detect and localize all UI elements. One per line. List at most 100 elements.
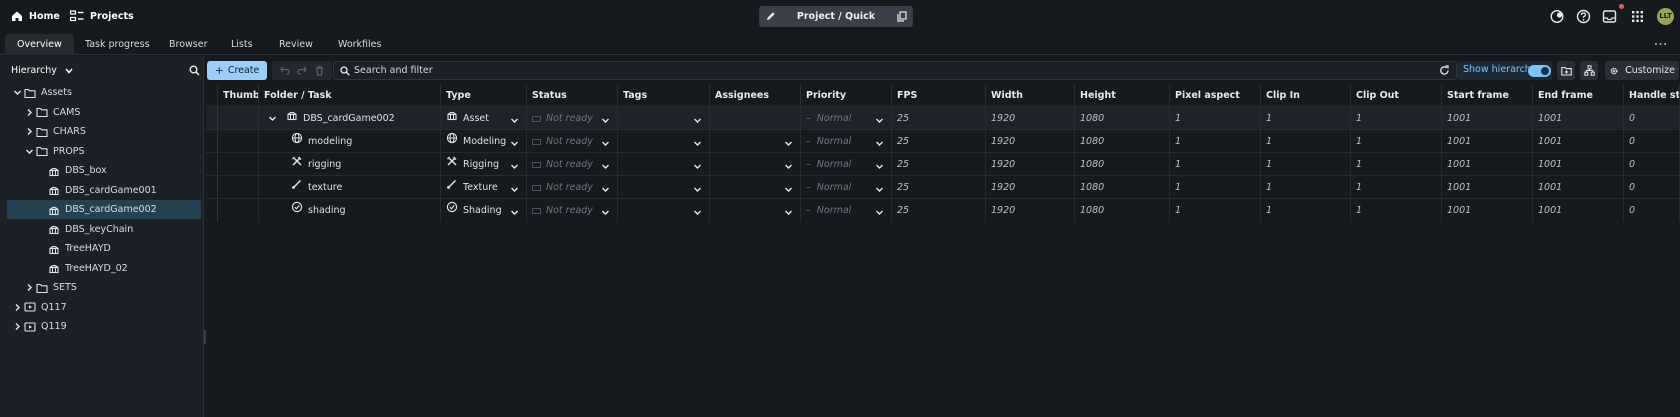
start-frame-cell[interactable]: 1001 xyxy=(1442,199,1533,222)
end-frame-cell[interactable]: 1001 xyxy=(1533,176,1624,199)
toggle-switch[interactable] xyxy=(1528,65,1551,77)
tree-item-dbs-cardgame001[interactable]: DBS_cardGame001 xyxy=(7,181,201,200)
column-header-thumbnail[interactable]: Thumbnail xyxy=(218,85,259,106)
dropdown-chevron-icon[interactable] xyxy=(784,185,793,194)
type-cell[interactable]: Asset xyxy=(441,107,527,130)
type-cell[interactable]: Rigging xyxy=(441,153,527,176)
tree-item-sets[interactable]: SETS xyxy=(7,278,201,297)
tree-toggle[interactable] xyxy=(23,147,35,156)
dropdown-chevron-icon[interactable] xyxy=(875,139,884,148)
row-select-handle[interactable] xyxy=(206,130,218,153)
dropdown-chevron-icon[interactable] xyxy=(601,116,610,125)
chevron-right-icon[interactable] xyxy=(13,322,22,331)
inbox-icon[interactable] xyxy=(1602,9,1617,24)
assignees-cell[interactable] xyxy=(710,107,801,130)
column-header-folder-task[interactable]: Folder / Task xyxy=(259,85,441,106)
thumbnail-cell[interactable] xyxy=(218,107,259,130)
tree-toggle[interactable] xyxy=(11,88,23,97)
tags-cell[interactable] xyxy=(618,176,710,199)
refresh-icon[interactable] xyxy=(1439,65,1450,76)
assignees-cell[interactable] xyxy=(710,176,801,199)
tree-item-dbs-cardgame002[interactable]: DBS_cardGame002 xyxy=(7,200,201,219)
dropdown-chevron-icon[interactable] xyxy=(693,162,702,171)
type-cell[interactable]: Texture xyxy=(441,176,527,199)
column-header-clip-in[interactable]: Clip In xyxy=(1261,85,1351,106)
pixel-aspect-cell[interactable]: 1 xyxy=(1170,107,1261,130)
handle-start-cell[interactable]: 0 xyxy=(1624,130,1680,153)
chevron-right-icon[interactable] xyxy=(25,283,34,292)
column-header-tags[interactable]: Tags xyxy=(618,85,710,106)
status-cell[interactable]: Not ready xyxy=(527,176,618,199)
redo-icon[interactable] xyxy=(297,66,308,75)
dropdown-chevron-icon[interactable] xyxy=(693,139,702,148)
help-icon[interactable] xyxy=(1576,9,1591,24)
clip-in-cell[interactable]: 1 xyxy=(1261,130,1351,153)
start-frame-cell[interactable]: 1001 xyxy=(1442,176,1533,199)
row-select-handle[interactable] xyxy=(206,107,218,130)
type-cell[interactable]: Shading xyxy=(441,199,527,222)
pixel-aspect-cell[interactable]: 1 xyxy=(1170,153,1261,176)
status-cell[interactable]: Not ready xyxy=(527,107,618,130)
folder-task-cell[interactable]: shading xyxy=(259,199,441,222)
clip-in-cell[interactable]: 1 xyxy=(1261,199,1351,222)
dropdown-chevron-icon[interactable] xyxy=(510,162,519,171)
pixel-aspect-cell[interactable]: 1 xyxy=(1170,130,1261,153)
width-cell[interactable]: 1920 xyxy=(986,130,1075,153)
handle-start-cell[interactable]: 0 xyxy=(1624,107,1680,130)
pixel-aspect-cell[interactable]: 1 xyxy=(1170,199,1261,222)
width-cell[interactable]: 1920 xyxy=(986,199,1075,222)
projects-link[interactable]: Projects xyxy=(70,7,134,25)
more-tabs-button[interactable]: ... xyxy=(1654,37,1668,48)
tree-item-cams[interactable]: CAMS xyxy=(7,103,201,122)
status-cell[interactable]: Not ready xyxy=(527,153,618,176)
tags-cell[interactable] xyxy=(618,199,710,222)
column-header-type[interactable]: Type xyxy=(441,85,527,106)
row-select-handle[interactable] xyxy=(206,176,218,199)
assignees-cell[interactable] xyxy=(710,130,801,153)
folder-task-cell[interactable]: modeling xyxy=(259,130,441,153)
height-cell[interactable]: 1080 xyxy=(1075,153,1170,176)
clip-out-cell[interactable]: 1 xyxy=(1351,153,1442,176)
dropdown-chevron-icon[interactable] xyxy=(875,185,884,194)
folder-task-cell[interactable]: rigging xyxy=(259,153,441,176)
tree-item-dbs-box[interactable]: DBS_box xyxy=(7,161,201,180)
tree-toggle[interactable] xyxy=(23,127,35,136)
priority-cell[interactable]: – Normal xyxy=(801,199,892,222)
dropdown-chevron-icon[interactable] xyxy=(510,139,519,148)
row-select-handle[interactable] xyxy=(206,153,218,176)
dropdown-chevron-icon[interactable] xyxy=(510,208,519,217)
tags-cell[interactable] xyxy=(618,153,710,176)
end-frame-cell[interactable]: 1001 xyxy=(1533,130,1624,153)
column-header-fps[interactable]: FPS xyxy=(892,85,986,106)
chevron-right-icon[interactable] xyxy=(25,127,34,136)
column-header-handle-start[interactable]: Handle start xyxy=(1624,85,1680,106)
pixel-aspect-cell[interactable]: 1 xyxy=(1170,176,1261,199)
chevron-down-icon[interactable] xyxy=(13,88,22,97)
tab-overview[interactable]: Overview xyxy=(5,34,74,55)
project-selector[interactable]: Project / Quick xyxy=(759,6,913,27)
tab-review[interactable]: Review xyxy=(267,34,325,55)
copy-icon[interactable] xyxy=(897,11,907,22)
assignees-cell[interactable] xyxy=(710,199,801,222)
thumbnail-cell[interactable] xyxy=(218,153,259,176)
create-button[interactable]: + Create xyxy=(207,61,267,80)
chevron-right-icon[interactable] xyxy=(13,303,22,312)
dropdown-chevron-icon[interactable] xyxy=(784,139,793,148)
chevron-down-icon[interactable] xyxy=(268,114,277,123)
clip-out-cell[interactable]: 1 xyxy=(1351,199,1442,222)
hierarchy-action-button[interactable] xyxy=(1580,61,1598,80)
assignees-cell[interactable] xyxy=(710,153,801,176)
folder-action-button[interactable] xyxy=(1557,61,1575,80)
clip-out-cell[interactable]: 1 xyxy=(1351,176,1442,199)
tags-cell[interactable] xyxy=(618,130,710,153)
table-row[interactable]: texture Texture Not ready – Normal 25 1920 108… xyxy=(206,175,1680,199)
priority-cell[interactable]: – Normal xyxy=(801,176,892,199)
view-select[interactable]: Hierarchy xyxy=(11,65,73,76)
clip-in-cell[interactable]: 1 xyxy=(1261,153,1351,176)
tree-toggle[interactable] xyxy=(23,108,35,117)
dropdown-chevron-icon[interactable] xyxy=(875,208,884,217)
height-cell[interactable]: 1080 xyxy=(1075,176,1170,199)
tab-lists[interactable]: Lists xyxy=(219,34,265,55)
priority-cell[interactable]: – Normal xyxy=(801,130,892,153)
fps-cell[interactable]: 25 xyxy=(892,199,986,222)
